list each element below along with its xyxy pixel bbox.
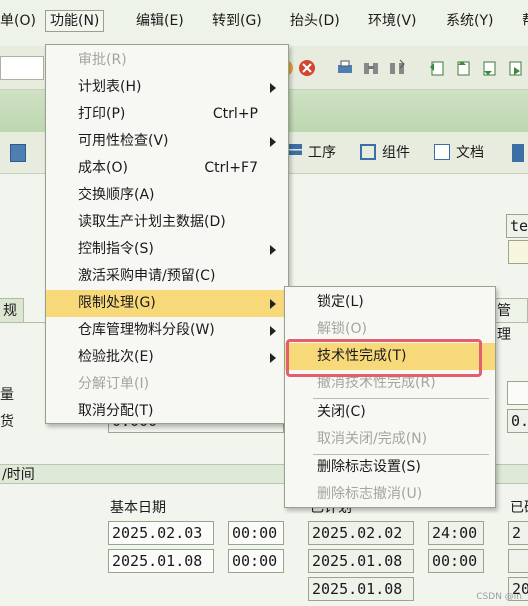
menu-bar: 单(O) 功能(N) 编辑(E) 转到(G) 抬头(D) 环境(V) 系统(Y)… [0,0,528,44]
menu-item-split-order: 分解订单(I) [78,376,150,392]
scheduled-start-time: 00:00 [428,549,484,573]
submenu-item-cancel-close: 取消关闭/完成(N) [317,431,428,447]
submenu-arrow-icon [270,137,276,147]
components-icon [360,144,376,160]
submenu-arrow-icon [270,299,276,309]
tab-general[interactable]: 规 [0,298,24,322]
first-page-icon[interactable] [428,59,446,77]
submenu-item-revoke-deletion-flag: 删除标志撤消(U) [317,486,423,502]
basic-finish-time[interactable]: 00:00 [228,521,284,545]
more-icon[interactable] [512,144,524,162]
operations-button[interactable]: 工序 [286,142,336,164]
menu-item-approve: 审批(R) [78,52,127,68]
menu-item-activate-requisition[interactable]: 激活采购申请/预留(C) [46,263,288,290]
menu-header[interactable]: 抬头(D) [286,10,344,32]
menu-item-read-master-data[interactable]: 读取生产计划主数据(D) [46,209,288,236]
menu-item-cancel-allocation[interactable]: 取消分配(T) [46,398,288,425]
menu-item-restrict-processing[interactable]: 限制处理(G) [46,290,288,317]
quantity-field-right[interactable] [507,381,528,405]
scheduled-finish-time: 24:00 [428,521,484,545]
menu-system[interactable]: 系统(Y) [442,10,497,32]
submenu-item-set-deletion-flag[interactable]: 删除标志设置(S) [285,454,495,481]
quantity-label: 量 [0,387,14,403]
next-page-icon[interactable] [480,59,498,77]
submenu-arrow-icon [270,326,276,336]
find-icon[interactable] [362,59,380,77]
menu-item-warehouse-staging[interactable]: 仓库管理物料分段(W) [46,317,288,344]
find-next-icon[interactable] [388,59,406,77]
scheduled-start-date: 2025.01.08 [308,549,414,573]
menu-item-availability-check[interactable]: 可用性检查(V) [46,128,288,155]
header-right-button[interactable] [508,240,528,264]
menu-goto[interactable]: 转到(G) [208,10,266,32]
menu-edit[interactable]: 编辑(E) [132,10,188,32]
basic-finish-date[interactable]: 2025.02.03 [108,521,214,545]
menu-item-print[interactable]: 打印(P) Ctrl+P [46,101,288,128]
submenu-arrow-icon [270,353,276,363]
basic-start-date[interactable]: 2025.01.08 [108,549,214,573]
menu-function[interactable]: 功能(N) [45,10,105,32]
menu-item-inspection-lot[interactable]: 检验批次(E) [46,344,288,371]
confirmed-header: 已确 [510,500,528,516]
documents-button[interactable]: 文档 [434,142,484,164]
annotation-highlight-box [286,339,482,377]
menu-item-costs[interactable]: 成本(O) Ctrl+F7 [46,155,288,182]
confirmed-finish-date: 2 [508,521,528,545]
confirmed-start-date [508,549,528,573]
menu-item-schedule[interactable]: 计划表(H) [46,74,288,101]
delivered-label: 货 [0,414,14,430]
basic-date-header: 基本日期 [110,500,166,516]
components-button[interactable]: 组件 [360,142,410,164]
submenu-arrow-icon [270,83,276,93]
menu-item-control-instructions[interactable]: 控制指令(S) [46,236,288,263]
header-right-field[interactable]: tes [506,214,528,238]
scheduled-finish-date: 2025.02.02 [308,521,414,545]
previous-page-icon[interactable] [454,59,472,77]
command-field[interactable] [0,56,44,80]
print-icon[interactable] [336,59,354,77]
delivered-field-right: 0. [507,409,528,433]
last-page-icon[interactable] [506,59,524,77]
scheduled-release-date: 2025.01.08 [308,577,414,601]
function-menu: 审批(R) 计划表(H) 打印(P) Ctrl+P 可用性检查(V) 成本(O) C… [45,44,289,424]
submenu-arrow-icon [270,245,276,255]
menu-help[interactable]: 帮 [518,10,528,32]
menu-environment[interactable]: 环境(V) [364,10,421,32]
submenu-item-close[interactable]: 关闭(C) [285,399,495,426]
submenu-item-lock[interactable]: 锁定(L) [285,289,495,316]
menu-order[interactable]: 单(O) [0,10,40,32]
basic-start-time[interactable]: 00:00 [228,549,284,573]
watermark: CSDN @in [476,592,522,602]
calculator-icon[interactable] [10,144,26,162]
documents-icon [434,144,450,160]
cancel-icon[interactable] [298,59,316,77]
restrict-processing-submenu: 锁定(L) 解锁(O) 技术性完成(T) 撤消技术性完成(R) 关闭(C) 取消… [284,286,496,508]
menu-item-swap-sequence[interactable]: 交换顺序(A) [46,182,288,209]
